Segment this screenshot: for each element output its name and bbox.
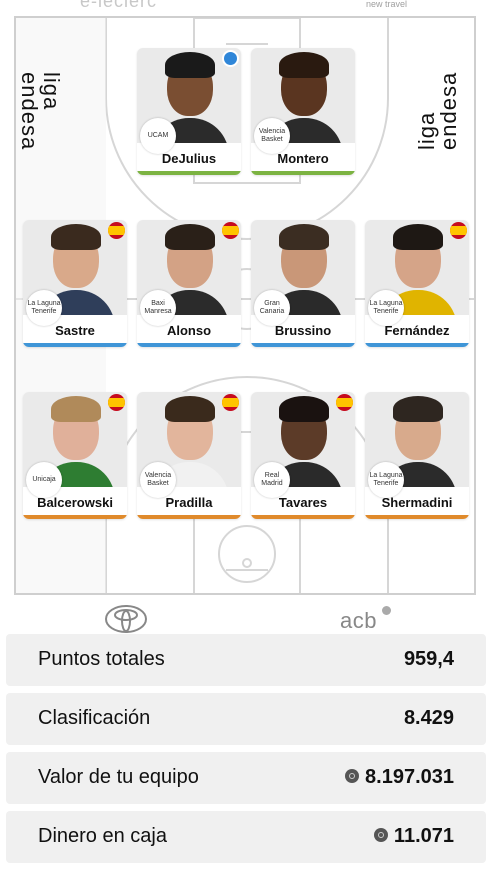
liga-endesa-logo-right: liga endesa xyxy=(414,71,461,150)
player-card-dejulius[interactable]: UCAM DeJulius xyxy=(137,48,241,175)
stat-label: Dinero en caja xyxy=(38,825,167,847)
top-sponsor-strip: e-leclerc new travel xyxy=(0,0,490,14)
stat-value-wrap: 8.197.031 xyxy=(345,766,454,789)
player-name: Montero xyxy=(277,151,329,166)
stat-row-ranking: Clasificación 8.429 xyxy=(6,693,486,745)
spain-flag-icon xyxy=(108,394,125,411)
stat-value: 8.429 xyxy=(403,707,454,729)
team-logo: Gran Canaria xyxy=(254,290,290,326)
team-logo: Valencia Basket xyxy=(254,118,290,154)
liga-endesa-logo-left: liga endesa xyxy=(17,72,64,151)
stat-value: 8.197.031 xyxy=(365,766,454,788)
team-logo: UCAM xyxy=(140,118,176,154)
spain-flag-icon xyxy=(222,394,239,411)
coin-icon xyxy=(373,827,388,842)
spain-flag-icon xyxy=(108,222,125,239)
acb-logo: acb xyxy=(340,608,377,633)
player-name: Balcerowski xyxy=(37,495,113,510)
stat-label: Clasificación xyxy=(38,707,151,729)
player-card-tavares[interactable]: Real Madrid Tavares xyxy=(251,392,355,519)
player-card-alonso[interactable]: Baxi Manresa Alonso xyxy=(137,220,241,347)
blue-badge-icon xyxy=(222,50,239,67)
team-logo: La Laguna Tenerife xyxy=(368,462,404,498)
player-name: Fernández xyxy=(384,323,450,338)
stat-label: Puntos totales xyxy=(38,648,165,670)
position-bar xyxy=(137,171,241,175)
position-bar xyxy=(365,515,469,519)
toyota-logo-icon xyxy=(105,605,147,633)
team-logo: Real Madrid xyxy=(254,462,290,498)
stat-row-team-value: Valor de tu equipo 8.197.031 xyxy=(6,752,486,804)
player-name: DeJulius xyxy=(161,151,217,166)
team-logo: La Laguna Tenerife xyxy=(26,290,62,326)
position-bar xyxy=(365,343,469,347)
stat-row-total-points: Puntos totales 959,4 xyxy=(6,634,486,686)
team-logo: Valencia Basket xyxy=(140,462,176,498)
position-bar xyxy=(137,515,241,519)
stat-value: 11.071 xyxy=(393,825,454,847)
player-card-fernandez[interactable]: La Laguna Tenerife Fernández xyxy=(365,220,469,347)
player-card-pradilla[interactable]: Valencia Basket Pradilla xyxy=(137,392,241,519)
spain-flag-icon xyxy=(450,222,467,239)
stat-label: Valor de tu equipo xyxy=(38,766,199,788)
position-bar xyxy=(251,171,355,175)
player-name: Pradilla xyxy=(165,495,213,510)
sponsor-left: e-leclerc xyxy=(80,0,158,11)
stat-value-wrap: 11.071 xyxy=(373,825,454,848)
player-name: Alonso xyxy=(166,323,212,338)
player-card-montero[interactable]: Valencia Basket Montero xyxy=(251,48,355,175)
player-name: Sastre xyxy=(55,323,95,338)
stat-value: 959,4 xyxy=(403,648,454,670)
team-logo: La Laguna Tenerife xyxy=(368,290,404,326)
team-logo: Unicaja xyxy=(26,462,62,498)
position-bar xyxy=(251,515,355,519)
player-name: Brussino xyxy=(274,323,332,338)
team-logo: Baxi Manresa xyxy=(140,290,176,326)
position-bar xyxy=(251,343,355,347)
position-bar xyxy=(23,343,127,347)
position-bar xyxy=(137,343,241,347)
player-card-brussino[interactable]: Gran Canaria Brussino xyxy=(251,220,355,347)
sponsor-right: new travel xyxy=(366,0,408,9)
player-card-balcerowski[interactable]: Unicaja Balcerowski xyxy=(23,392,127,519)
player-card-sastre[interactable]: La Laguna Tenerife Sastre xyxy=(23,220,127,347)
stat-row-cash: Dinero en caja 11.071 xyxy=(6,811,486,863)
position-bar xyxy=(23,515,127,519)
player-name: Shermadini xyxy=(381,495,453,510)
spain-flag-icon xyxy=(336,394,353,411)
player-name: Tavares xyxy=(278,495,328,510)
coin-icon xyxy=(345,768,360,783)
player-card-shermadini[interactable]: La Laguna Tenerife Shermadini xyxy=(365,392,469,519)
acb-logo-dot xyxy=(382,606,391,615)
spain-flag-icon xyxy=(222,222,239,239)
